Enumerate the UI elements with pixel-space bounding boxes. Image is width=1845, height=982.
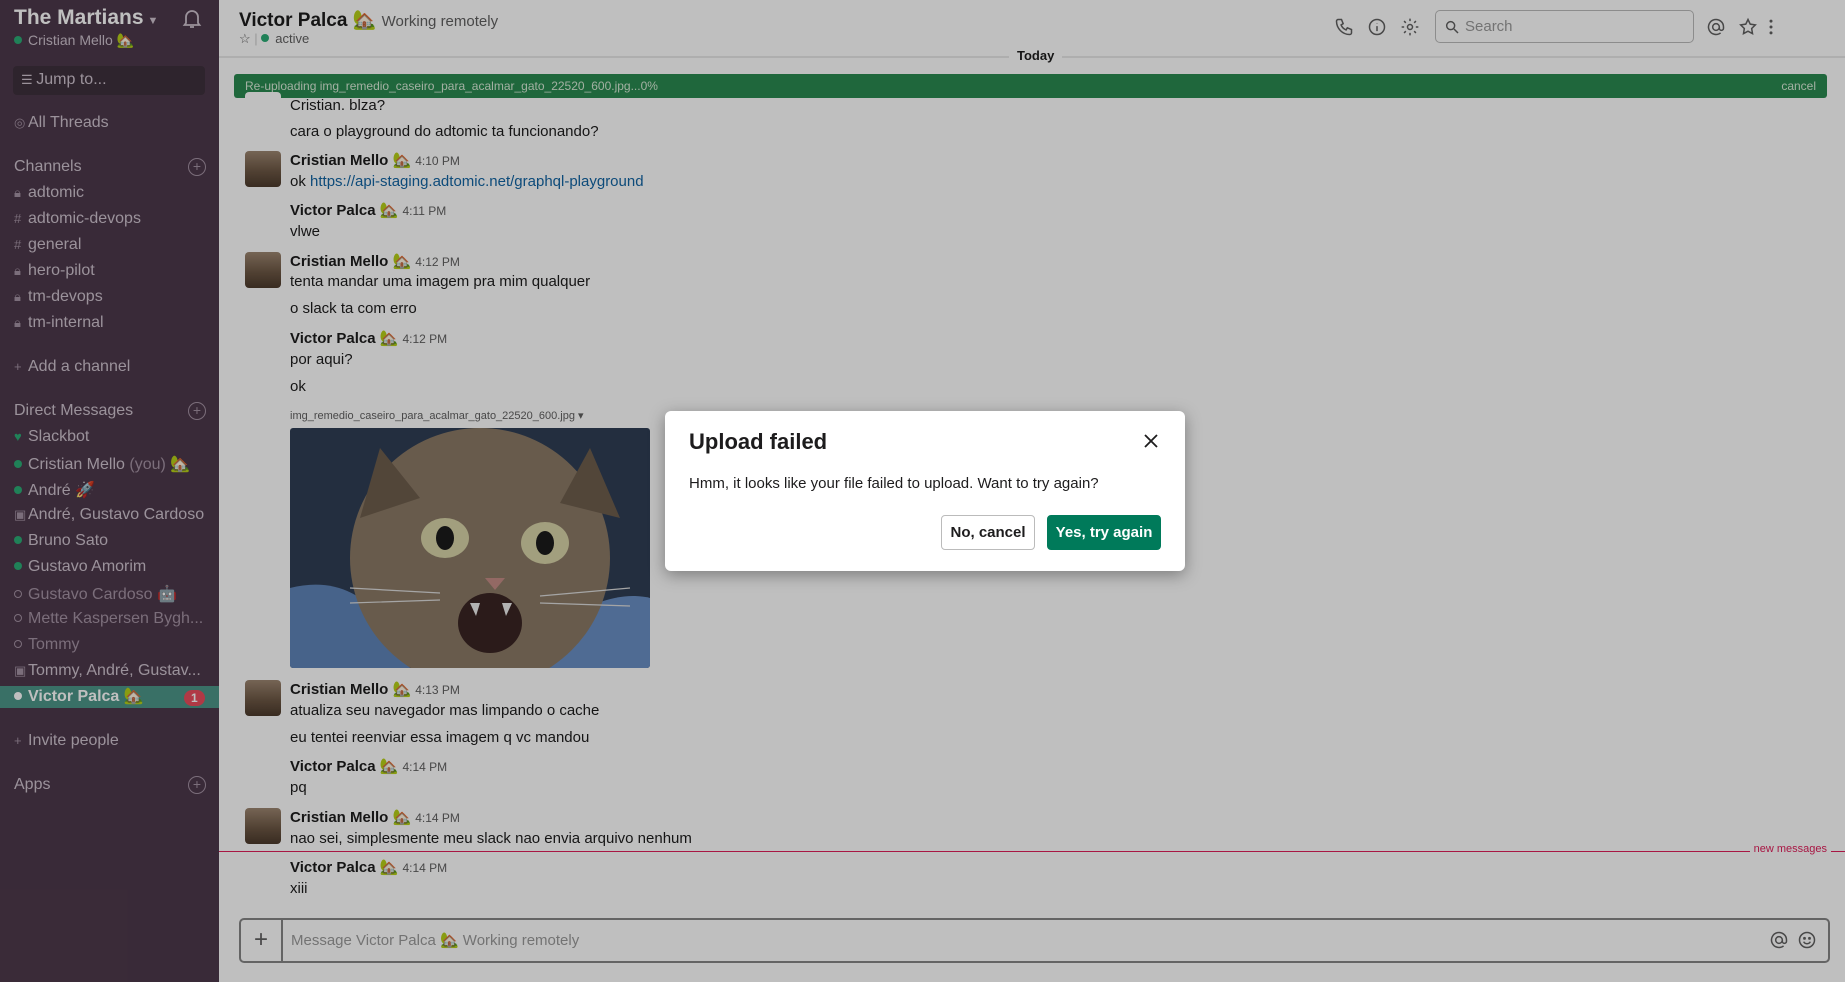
close-icon[interactable] bbox=[1141, 431, 1161, 451]
cancel-button[interactable]: No, cancel bbox=[941, 515, 1035, 550]
upload-failed-dialog: Upload failed Hmm, it looks like your fi… bbox=[665, 411, 1185, 571]
dialog-title: Upload failed bbox=[689, 429, 828, 454]
try-again-button[interactable]: Yes, try again bbox=[1047, 515, 1161, 550]
dialog-message: Hmm, it looks like your file failed to u… bbox=[689, 475, 1099, 492]
